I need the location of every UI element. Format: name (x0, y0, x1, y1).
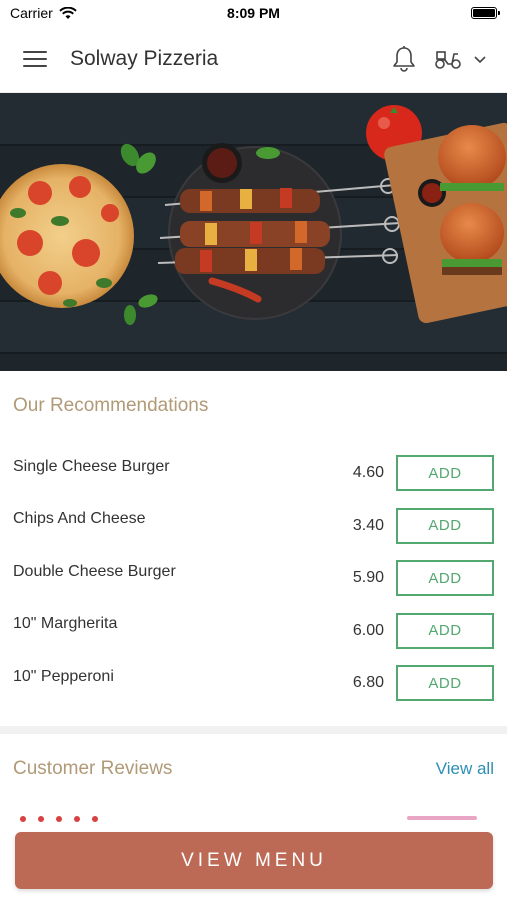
hero-banner-image (0, 93, 507, 371)
star-icon (74, 816, 80, 822)
star-icon (38, 816, 44, 822)
add-button[interactable]: ADD (396, 612, 494, 649)
rating-stars (20, 816, 98, 822)
scooter-icon (435, 51, 461, 69)
list-item: 10" Pepperoni 6.80 ADD (13, 657, 494, 710)
section-divider (0, 726, 507, 734)
add-button[interactable]: ADD (396, 560, 494, 597)
reviews-header: Customer Reviews View all (13, 758, 494, 780)
item-price: 6.00 (352, 621, 384, 639)
item-price: 5.90 (352, 569, 384, 587)
page-title: Solway Pizzeria (70, 47, 219, 70)
list-item: Chips And Cheese 3.40 ADD (13, 500, 494, 553)
star-icon (20, 816, 26, 822)
bell-icon[interactable] (391, 45, 417, 73)
item-name: Chips And Cheese (13, 510, 146, 528)
carrier-label: Carrier (10, 5, 53, 21)
item-price: 6.80 (352, 674, 384, 692)
recommendations-section: Our Recommendations Single Cheese Burger… (0, 371, 507, 726)
list-item: Double Cheese Burger 5.90 ADD (13, 552, 494, 605)
delivery-selector[interactable] (433, 48, 487, 70)
chevron-down-icon (474, 56, 486, 64)
item-price: 4.60 (352, 464, 384, 482)
item-name: Single Cheese Burger (13, 457, 170, 475)
review-meta (407, 816, 477, 820)
list-item: 10" Margherita 6.00 ADD (13, 605, 494, 658)
food-illustration (0, 93, 507, 371)
add-button[interactable]: ADD (396, 455, 494, 492)
wifi-icon (59, 6, 77, 19)
star-icon (56, 816, 62, 822)
item-name: 10" Margherita (13, 615, 118, 633)
battery-icon (471, 7, 500, 19)
list-item: Single Cheese Burger 4.60 ADD (13, 447, 494, 500)
header-actions (391, 45, 487, 73)
reviews-section: Customer Reviews View all (0, 734, 507, 822)
star-icon (92, 816, 98, 822)
view-all-link[interactable]: View all (436, 759, 494, 779)
status-left: Carrier (10, 5, 77, 21)
reviews-title: Customer Reviews (13, 758, 173, 779)
recommendations-list: Single Cheese Burger 4.60 ADD Chips And … (13, 447, 494, 710)
item-name: Double Cheese Burger (13, 562, 176, 580)
add-button[interactable]: ADD (396, 665, 494, 702)
recommendations-title: Our Recommendations (13, 395, 209, 416)
status-bar: Carrier 8:09 PM (0, 0, 507, 26)
view-menu-button[interactable]: VIEW MENU (15, 832, 493, 889)
item-name: 10" Pepperoni (13, 667, 114, 685)
add-button[interactable]: ADD (396, 507, 494, 544)
item-price: 3.40 (352, 516, 384, 534)
menu-icon[interactable] (20, 47, 50, 71)
app-header: Solway Pizzeria (0, 26, 507, 93)
